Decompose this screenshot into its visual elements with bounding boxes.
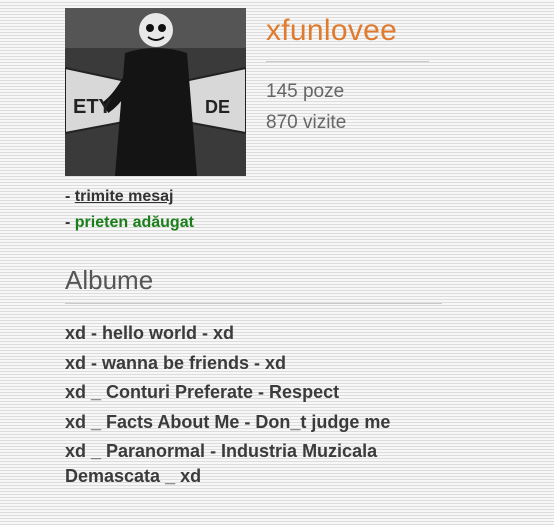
avatar-sign-left-text: ETY: [73, 96, 113, 118]
albums-heading: Albume: [65, 265, 154, 295]
avatar-photo: ETY DE: [65, 8, 246, 176]
profile-avatar[interactable]: ETY DE: [65, 8, 246, 176]
album-link-facts-about-me[interactable]: xd _ Facts About Me - Don_t judge me: [65, 410, 455, 435]
photos-count: 145 poze: [266, 81, 345, 102]
friend-status-prefix: -: [65, 214, 75, 231]
friend-added-status: prieten adăugat: [74, 214, 194, 231]
friend-status-action: - prieten adăugat: [65, 214, 194, 232]
profile-username: xfunlovee: [266, 14, 398, 47]
username-divider: [266, 61, 429, 62]
album-list: xd - hello world - xd xd - wanna be frie…: [65, 321, 455, 493]
album-link-wanna-be-friends[interactable]: xd - wanna be friends - xd: [65, 351, 455, 376]
album-link-paranormal[interactable]: xd _ Paranormal - Industria Muzicala Dem…: [65, 439, 455, 488]
send-message-link[interactable]: trimite mesaj: [75, 188, 174, 205]
albums-divider: [65, 303, 442, 304]
visits-count: 870 vizite: [266, 112, 347, 133]
album-link-hello-world[interactable]: xd - hello world - xd: [65, 321, 455, 346]
album-link-conturi-preferate[interactable]: xd _ Conturi Preferate - Respect: [65, 380, 455, 405]
send-message-prefix: -: [65, 188, 75, 205]
send-message-action: - trimite mesaj: [65, 188, 174, 206]
avatar-sign-right-text: DE: [205, 97, 230, 117]
